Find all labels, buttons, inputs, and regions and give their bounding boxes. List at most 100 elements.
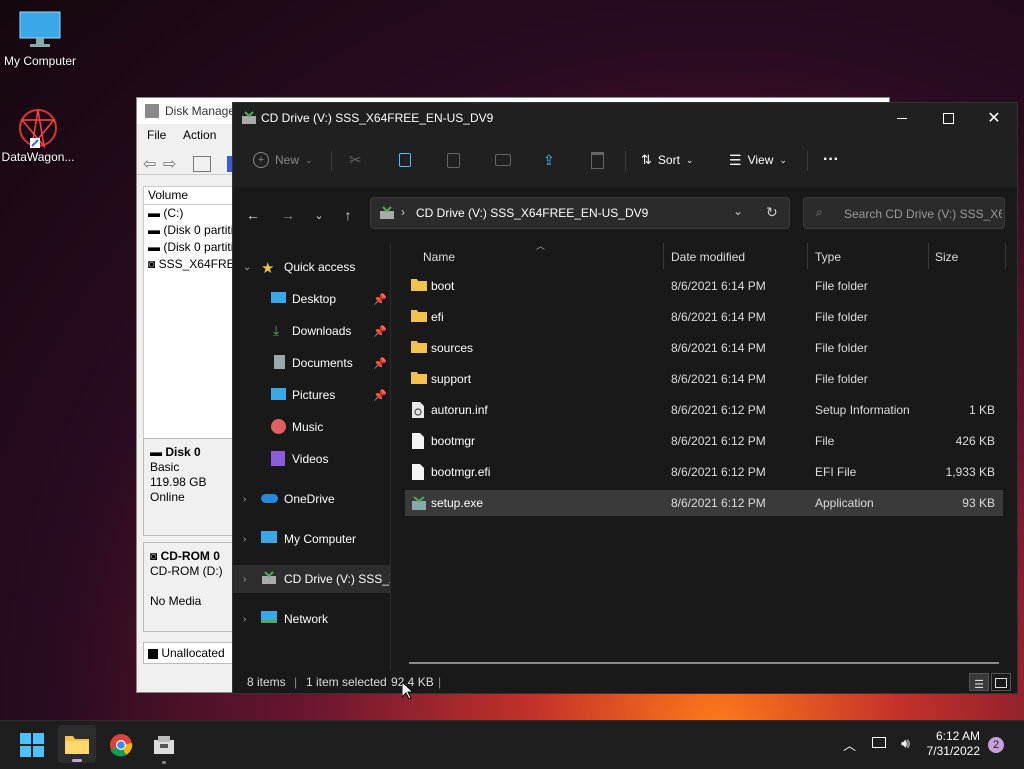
pin-icon[interactable]: 📌 [373,357,387,370]
show-hidden-icons-button[interactable]: ︿ [843,735,856,754]
file-row[interactable]: autorun.inf 8/6/2021 6:12 PM Setup Informa… [405,397,1003,423]
address-bar[interactable]: › CD Drive (V:) SSS_X64FREE_EN-US_DV9 ⌄ … [370,197,790,229]
nav-downloads[interactable]: ⤓ Downloads 📌 [233,317,390,345]
column-separator[interactable] [1005,243,1006,269]
desktop-icon-my-computer[interactable]: My Computer [0,10,80,68]
rename-button[interactable] [495,147,511,173]
menu-action[interactable]: Action [183,128,216,142]
start-button[interactable] [18,731,46,759]
nav-label: Downloads [292,324,352,338]
column-header-date[interactable]: Date modified [671,247,745,267]
nav-videos[interactable]: Videos [233,445,390,473]
nav-network[interactable]: › Network [233,605,390,633]
volume-item[interactable]: ▬ (Disk 0 partiti [144,222,244,239]
recent-locations-button[interactable]: ⌄ [307,203,331,227]
taskbar-file-explorer[interactable] [58,725,96,763]
network-status-icon[interactable] [872,737,886,748]
taskbar-app[interactable] [150,731,178,764]
nav-documents[interactable]: Documents 📌 [233,349,390,377]
arrow-up-icon: ↑ [344,207,352,223]
status-bar: 8 items | 1 item selected 92.4 KB | ☰ [233,671,1017,693]
divider [807,151,808,171]
paste-button[interactable] [447,147,460,173]
nav-music[interactable]: Music [233,413,390,441]
column-separator[interactable] [807,243,808,269]
clock-date: 7/31/2022 [926,744,980,758]
column-separator[interactable] [928,243,929,269]
nav-desktop[interactable]: Desktop 📌 [233,285,390,313]
file-row[interactable]: efi 8/6/2021 6:14 PM File folder [405,304,1003,330]
column-separator[interactable] [663,243,664,269]
view-button[interactable]: ☰ View ⌄ [729,147,787,173]
pin-icon[interactable]: 📌 [373,389,387,402]
new-button[interactable]: + New ⌄ [253,147,313,173]
file-size: 1 KB [968,403,995,417]
file-row[interactable]: boot 8/6/2021 6:14 PM File folder [405,273,1003,299]
pane-splitter[interactable] [390,243,391,671]
volume-item[interactable]: ▬ (C:) [144,205,244,222]
file-row[interactable]: bootmgr 8/6/2021 6:12 PM File 426 KB [405,428,1003,454]
maximize-button[interactable] [925,103,971,133]
refresh-icon[interactable]: ↻ [766,204,778,221]
pin-icon[interactable]: 📌 [373,325,387,338]
rename-icon [495,154,511,166]
cd-drive-icon [261,571,277,587]
copy-icon [399,153,411,167]
forward-arrow-icon[interactable]: ⇨ [163,154,176,174]
clock-time: 6:12 AM [935,729,980,743]
file-row[interactable]: setup.exe 8/6/2021 6:12 PM Application 93 K… [405,490,1003,516]
back-arrow-icon[interactable]: ⇦ [143,154,156,174]
up-button[interactable]: ↑ [336,203,360,227]
explorer-titlebar[interactable]: CD Drive (V:) SSS_X64FREE_EN-US_DV9 ✕ [233,103,1017,133]
nav-cd-drive[interactable]: › CD Drive (V:) SSS_X6 [233,565,390,593]
cut-button[interactable]: ✂ [349,147,362,173]
nav-my-computer[interactable]: › My Computer [233,525,390,553]
horizontal-scrollbar[interactable] [409,662,999,664]
notification-badge[interactable]: 2 [988,737,1004,753]
close-button[interactable]: ✕ [971,103,1017,133]
arrow-left-icon: ← [246,207,260,223]
forward-button[interactable]: → [276,203,300,227]
breadcrumb-path[interactable]: CD Drive (V:) SSS_X64FREE_EN-US_DV9 [416,206,648,220]
volume-item[interactable]: ◙ SSS_X64FRE_ [144,256,244,273]
grid-view-icon[interactable] [193,156,211,172]
disk0-name: ▬ Disk 0 [150,445,201,459]
volume-item[interactable]: ▬ (Disk 0 partiti [144,239,244,256]
file-type: File folder [815,310,868,324]
nav-onedrive[interactable]: › OneDrive [233,485,390,513]
search-icon: ⌕ [816,205,823,219]
file-row[interactable]: support 8/6/2021 6:14 PM File folder [405,366,1003,392]
column-header-type[interactable]: Type [815,247,841,267]
nav-quick-access[interactable]: ⌄ ★ Quick access [233,253,390,281]
sort-button[interactable]: ⇅ Sort ⌄ [641,147,693,173]
delete-button[interactable] [591,147,604,173]
minimize-button[interactable] [879,103,925,133]
desktop-icon-datawagon[interactable]: DataWagon... [0,106,78,164]
address-dropdown-icon[interactable]: ⌄ [733,204,743,218]
back-button[interactable]: ← [241,203,265,227]
nav-pictures[interactable]: Pictures 📌 [233,381,390,409]
pin-icon[interactable]: 📌 [373,293,387,306]
file-row[interactable]: sources 8/6/2021 6:14 PM File folder [405,335,1003,361]
column-header-size[interactable]: Size [935,247,958,267]
nav-label: Network [284,612,329,626]
file-name: bootmgr.efi [431,465,491,479]
clock[interactable]: 6:12 AM 7/31/2022 [910,729,980,759]
status-divider: | [294,675,298,689]
disk0-panel[interactable]: ▬ Disk 0 Basic 119.98 GB Online [143,438,243,536]
search-box[interactable]: ⌕ Search CD Drive (V:) SSS_X64... [803,197,1005,229]
share-button[interactable]: ⇪ [543,147,555,173]
file-size: 93 KB [962,496,995,510]
copy-button[interactable] [399,147,411,173]
volume-icon[interactable]: 🔊︎ [901,735,910,752]
menu-file[interactable]: File [147,128,166,142]
details-view-button[interactable]: ☰ [969,673,989,691]
more-options-button[interactable]: ··· [823,147,839,173]
file-explorer-window[interactable]: CD Drive (V:) SSS_X64FREE_EN-US_DV9 ✕ + … [232,102,1018,694]
videos-icon [271,451,285,466]
cdrom0-panel[interactable]: ◙ CD-ROM 0 CD-ROM (D:) No Media [143,542,243,632]
column-header-name[interactable]: Name [423,247,455,267]
taskbar-chrome[interactable] [107,731,135,759]
tiles-view-button[interactable] [991,673,1011,691]
file-row[interactable]: bootmgr.efi 8/6/2021 6:12 PM EFI File 1,933… [405,459,1003,485]
